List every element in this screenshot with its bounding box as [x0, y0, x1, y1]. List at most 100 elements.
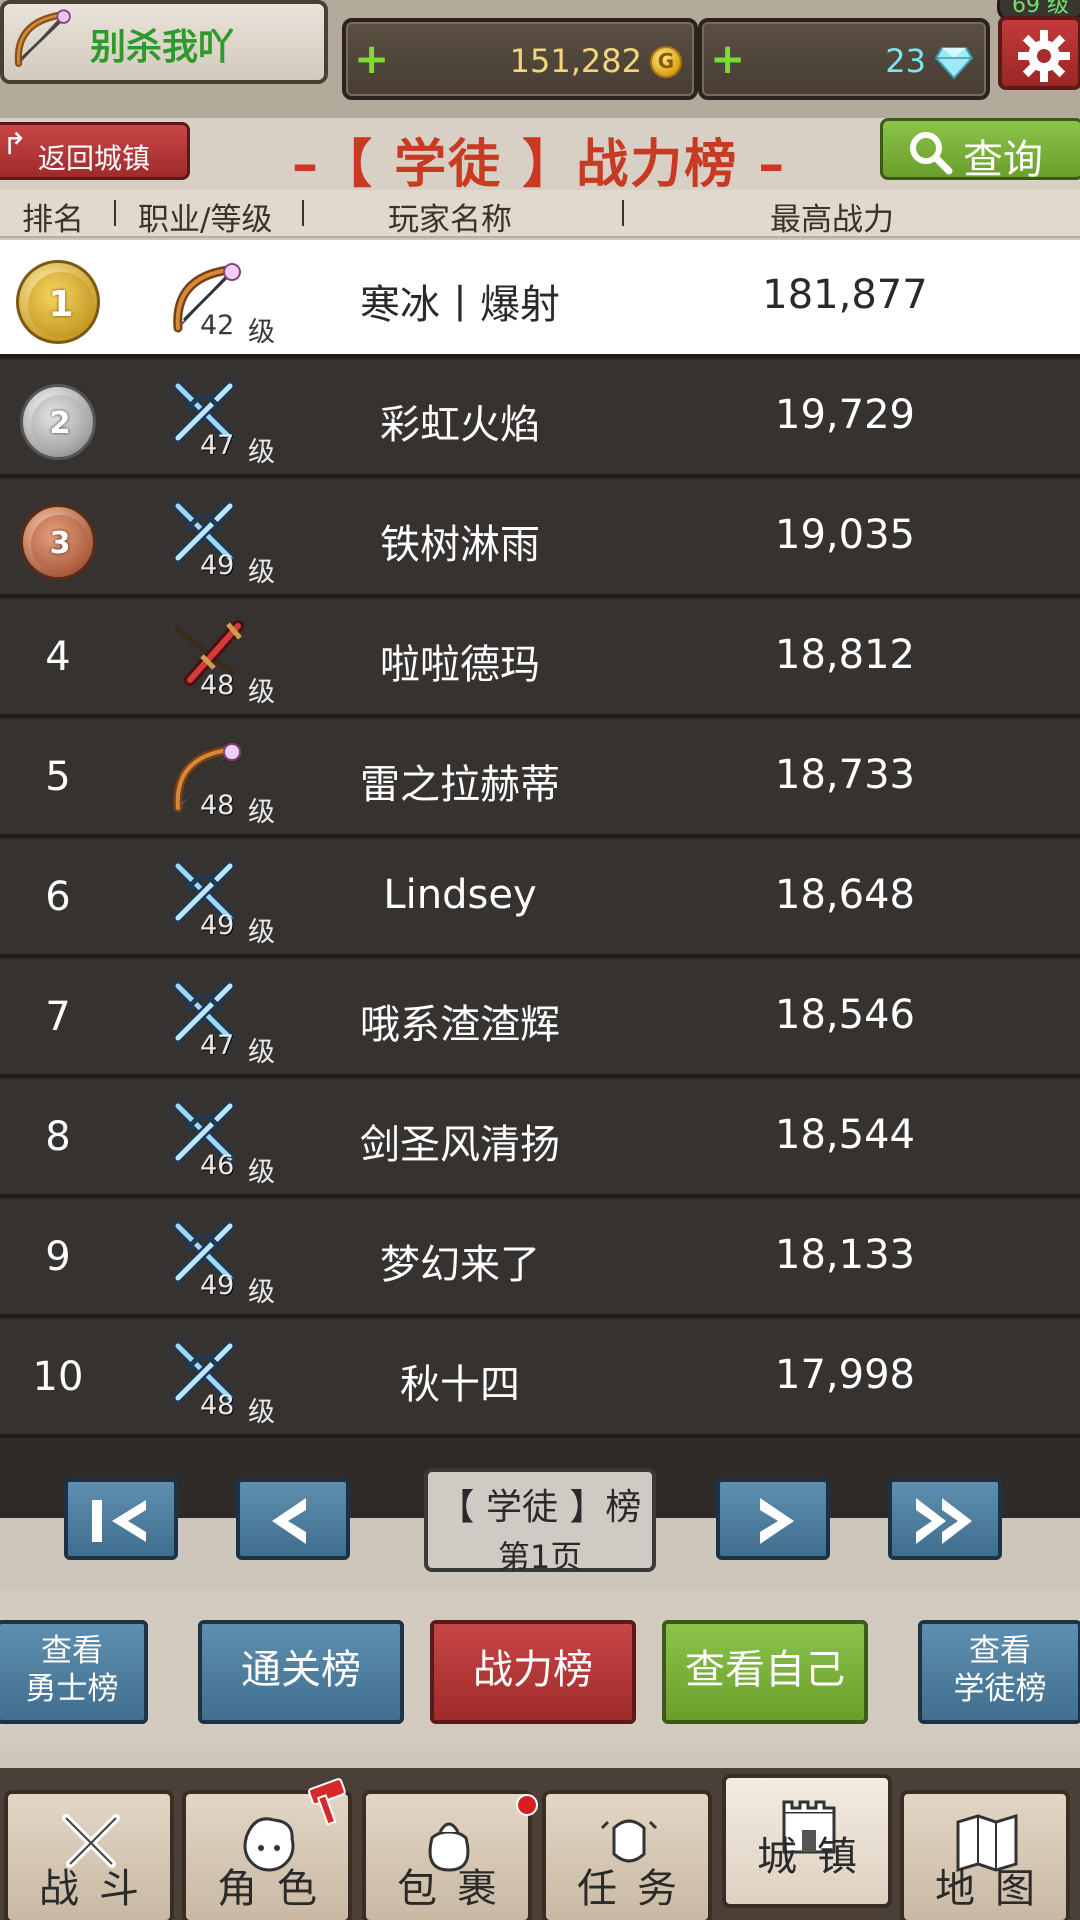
first-page-icon — [92, 1500, 146, 1542]
medal-rank-number: 2 — [31, 395, 89, 453]
max-power-value: 181,877 — [762, 272, 928, 318]
col-rank: 排名 — [22, 202, 84, 238]
nav-battle[interactable]: 战斗 — [4, 1790, 174, 1920]
player-profile[interactable]: 别杀我吖 69 级 — [0, 0, 1080, 84]
player-name: 彩虹火焰 — [380, 402, 540, 448]
col-max-power: 最高战力 — [770, 202, 894, 238]
player-name: 哦系渣渣辉 — [360, 1002, 560, 1048]
title-bar: ↱ 返回城镇 –【 学徒 】战力榜 – 查询 — [0, 118, 1080, 195]
player-level: 42 — [200, 310, 235, 341]
level-unit: 级 — [248, 917, 275, 948]
level-unit: 级 — [248, 1037, 275, 1068]
add-gems-button[interactable]: + — [710, 36, 745, 82]
medal-rank-number: 1 — [28, 272, 94, 338]
level-unit: 级 — [248, 557, 275, 588]
nav-map-label: 地图 — [935, 1866, 1055, 1912]
player-name: 啦啦德玛 — [380, 642, 540, 688]
level-unit: 级 — [248, 1157, 275, 1188]
player-name: 雷之拉赫蒂 — [360, 762, 560, 808]
view-self-label: 查看自己 — [685, 1647, 845, 1693]
power-board-button[interactable]: 战力榜 — [430, 1620, 636, 1724]
clear-board-button[interactable]: 通关榜 — [198, 1620, 404, 1724]
max-power-value: 17,998 — [775, 1352, 915, 1398]
ranking-row[interactable]: 4 48 级 啦啦德玛 18,812 — [0, 600, 1080, 718]
page-number: 第1页 — [497, 1538, 583, 1576]
max-power-value: 19,729 — [775, 392, 915, 438]
clear-board-label: 通关榜 — [241, 1647, 361, 1693]
chevron-right-icon — [760, 1498, 794, 1544]
player-name: 寒冰丨爆射 — [360, 282, 560, 328]
medal-rank-number: 3 — [31, 515, 89, 573]
max-power-value: 18,648 — [775, 872, 915, 918]
player-name: 铁树淋雨 — [380, 522, 540, 568]
page-board-label: 【 学徒 】榜 — [438, 1487, 642, 1528]
warrior-board-button[interactable]: 查看 勇士榜 — [0, 1620, 148, 1724]
first-page-button[interactable] — [64, 1478, 178, 1560]
rank-number: 5 — [45, 754, 71, 800]
power-board-label: 战力榜 — [473, 1647, 593, 1693]
gem-amount: 23 — [885, 42, 926, 80]
player-level: 48 — [200, 1390, 235, 1421]
player-name: 剑圣风清扬 — [360, 1122, 560, 1168]
nav-character[interactable]: 角色 — [182, 1778, 352, 1920]
rank-number: 10 — [32, 1354, 84, 1400]
rank-number: 7 — [45, 994, 71, 1040]
return-arrow-icon: ↱ — [2, 127, 28, 162]
level-unit: 级 — [248, 797, 275, 828]
nav-town-label: 城镇 — [757, 1834, 877, 1880]
back-to-town-button[interactable]: ↱ 返回城镇 — [0, 122, 190, 180]
apprentice-board-label-1: 查看 — [969, 1633, 1031, 1669]
settings-button[interactable] — [998, 16, 1080, 90]
silver-medal-icon: 2 — [20, 384, 96, 460]
player-level: 49 — [200, 550, 235, 581]
ranking-list[interactable]: 1 42 级寒冰丨爆射 181,877 2 47 级彩虹火焰 19,729 3 49 级铁树淋雨 19… — [0, 240, 1080, 1440]
bronze-medal-icon: 3 — [20, 504, 96, 580]
gem-panel: + 23 — [698, 18, 990, 100]
nav-inventory-label: 包裹 — [397, 1866, 517, 1912]
column-header: 排名 职业/等级 玩家名称 最高战力 — [0, 190, 1080, 238]
nav-map[interactable]: 地图 — [900, 1790, 1070, 1920]
level-unit: 级 — [248, 1277, 275, 1308]
ranking-row[interactable]: 2 47 级 彩虹火焰 19,729 — [0, 360, 1080, 478]
player-name: Lindsey — [383, 872, 537, 918]
level-unit: 级 — [248, 677, 275, 708]
nav-town[interactable]: 城镇 — [722, 1774, 892, 1908]
rank-number: 9 — [45, 1234, 71, 1280]
level-unit: 级 — [248, 317, 275, 348]
back-button-label: 返回城镇 — [38, 142, 151, 175]
gold-panel: + 151,282 G — [342, 18, 698, 100]
rank-number: 8 — [45, 1114, 71, 1160]
last-page-button[interactable] — [888, 1478, 1002, 1560]
apprentice-board-label-2: 学徒榜 — [953, 1671, 1047, 1707]
top-resource-bar: 别杀我吖 69 级 + 151,282 G + 23 — [0, 0, 1080, 118]
ranking-row[interactable]: 10 48 级 秋十四 17,998 — [0, 1320, 1080, 1438]
ranking-row[interactable]: 6 49 级 Lindsey 18,648 — [0, 840, 1080, 958]
gold-coin-icon: G — [650, 46, 682, 78]
view-self-button[interactable]: 查看自己 — [662, 1620, 868, 1724]
prev-page-button[interactable] — [236, 1478, 350, 1560]
ranking-row[interactable]: 9 49 级 梦幻来了 18,133 — [0, 1200, 1080, 1318]
add-gold-button[interactable]: + — [354, 36, 389, 82]
next-page-button[interactable] — [716, 1478, 830, 1560]
col-player-name: 玩家名称 — [388, 202, 512, 238]
double-chevron-right-icon — [916, 1498, 972, 1544]
ranking-row[interactable]: 3 49 级 铁树淋雨 19,035 — [0, 480, 1080, 598]
query-button[interactable]: 查询 — [880, 118, 1080, 183]
max-power-value: 18,733 — [775, 752, 915, 798]
diamond-icon — [934, 47, 974, 80]
col-divider — [302, 200, 304, 226]
player-name: 梦幻来了 — [380, 1242, 540, 1288]
player-level: 48 — [200, 790, 235, 821]
max-power-value: 18,544 — [775, 1112, 915, 1158]
ranking-row[interactable]: 8 46 级 剑圣风清扬 18,544 — [0, 1080, 1080, 1198]
ranking-row[interactable]: 1 42 级 寒冰丨爆射 181,877 — [0, 240, 1080, 358]
player-name: 别杀我吖 — [90, 27, 235, 68]
gold-medal-icon: 1 — [16, 260, 100, 344]
apprentice-board-button[interactable]: 查看 学徒榜 — [918, 1620, 1080, 1724]
notification-dot — [516, 1794, 538, 1816]
ranking-row[interactable]: 7 47 级 哦系渣渣辉 18,546 — [0, 960, 1080, 1078]
page-indicator: 【 学徒 】榜 第1页 — [424, 1468, 656, 1576]
ranking-row[interactable]: 5 48 级 雷之拉赫蒂 18,733 — [0, 720, 1080, 838]
nav-quests[interactable]: 任务 — [542, 1790, 712, 1920]
nav-inventory[interactable]: 包裹 — [362, 1790, 532, 1920]
